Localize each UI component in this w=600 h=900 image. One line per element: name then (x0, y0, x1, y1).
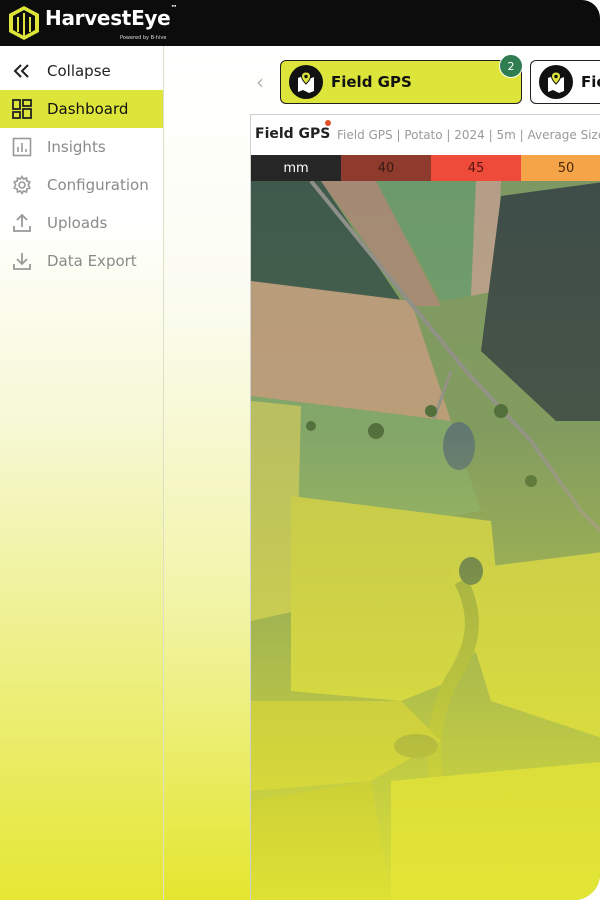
sidebar-item-label: Data Export (47, 252, 137, 270)
satellite-imagery (251, 181, 600, 900)
sidebar: Collapse Dashboard Insights Configuratio… (0, 46, 164, 900)
panel-subtitle: Field GPS | Potato | 2024 | 5m | Average… (337, 128, 600, 142)
bar-chart-icon (12, 137, 32, 157)
upload-icon (12, 213, 32, 233)
harvesteye-logo-icon (9, 6, 39, 40)
field-tab-label: Fie (581, 73, 600, 91)
sidebar-item-data-export[interactable]: Data Export (0, 242, 163, 280)
collapse-label: Collapse (47, 62, 111, 80)
sidebar-item-dashboard[interactable]: Dashboard (0, 90, 163, 128)
sidebar-item-label: Uploads (47, 214, 108, 232)
legend-bin: 40 (341, 155, 431, 181)
sidebar-item-label: Configuration (47, 176, 149, 194)
brand-name: HarvestEye™ (45, 4, 178, 30)
sidebar-item-uploads[interactable]: Uploads (0, 204, 163, 242)
map-panel: Field GPS Field GPS | Potato | 2024 | 5m… (250, 114, 600, 900)
main-content: ‹ Field GPS 2 Fie (164, 46, 600, 900)
sidebar-item-label: Dashboard (47, 100, 129, 118)
chevron-left-icon[interactable]: ‹ (256, 70, 264, 94)
size-legend: mm 40 45 50 (251, 155, 600, 181)
field-tab-label: Field GPS (331, 73, 412, 91)
download-icon (12, 251, 32, 271)
panel-header: Field GPS Field GPS | Potato | 2024 | 5m… (251, 115, 600, 153)
satellite-map[interactable] (251, 181, 600, 900)
collapse-button[interactable]: Collapse (0, 52, 163, 90)
legend-bin: 45 (431, 155, 521, 181)
map-pin-icon (539, 65, 573, 99)
panel-title: Field GPS (255, 126, 331, 142)
map-pin-icon (289, 65, 323, 99)
top-bar: HarvestEye™ Powered by B-hive (0, 0, 600, 46)
double-chevron-left-icon (12, 61, 32, 81)
app-window: HarvestEye™ Powered by B-hive Collapse D… (0, 0, 600, 900)
legend-unit: mm (251, 155, 341, 181)
sidebar-item-configuration[interactable]: Configuration (0, 166, 163, 204)
gear-icon (12, 175, 32, 195)
sidebar-item-insights[interactable]: Insights (0, 128, 163, 166)
powered-by: Powered by B-hive (120, 35, 167, 41)
sidebar-item-label: Insights (47, 138, 106, 156)
field-tab-other[interactable]: Fie (530, 60, 600, 104)
field-tab-field-gps[interactable]: Field GPS 2 (280, 54, 523, 104)
status-dot (325, 120, 331, 126)
legend-bin: 50 (521, 155, 600, 181)
count-badge: 2 (499, 54, 523, 78)
dashboard-grid-icon (12, 99, 32, 119)
